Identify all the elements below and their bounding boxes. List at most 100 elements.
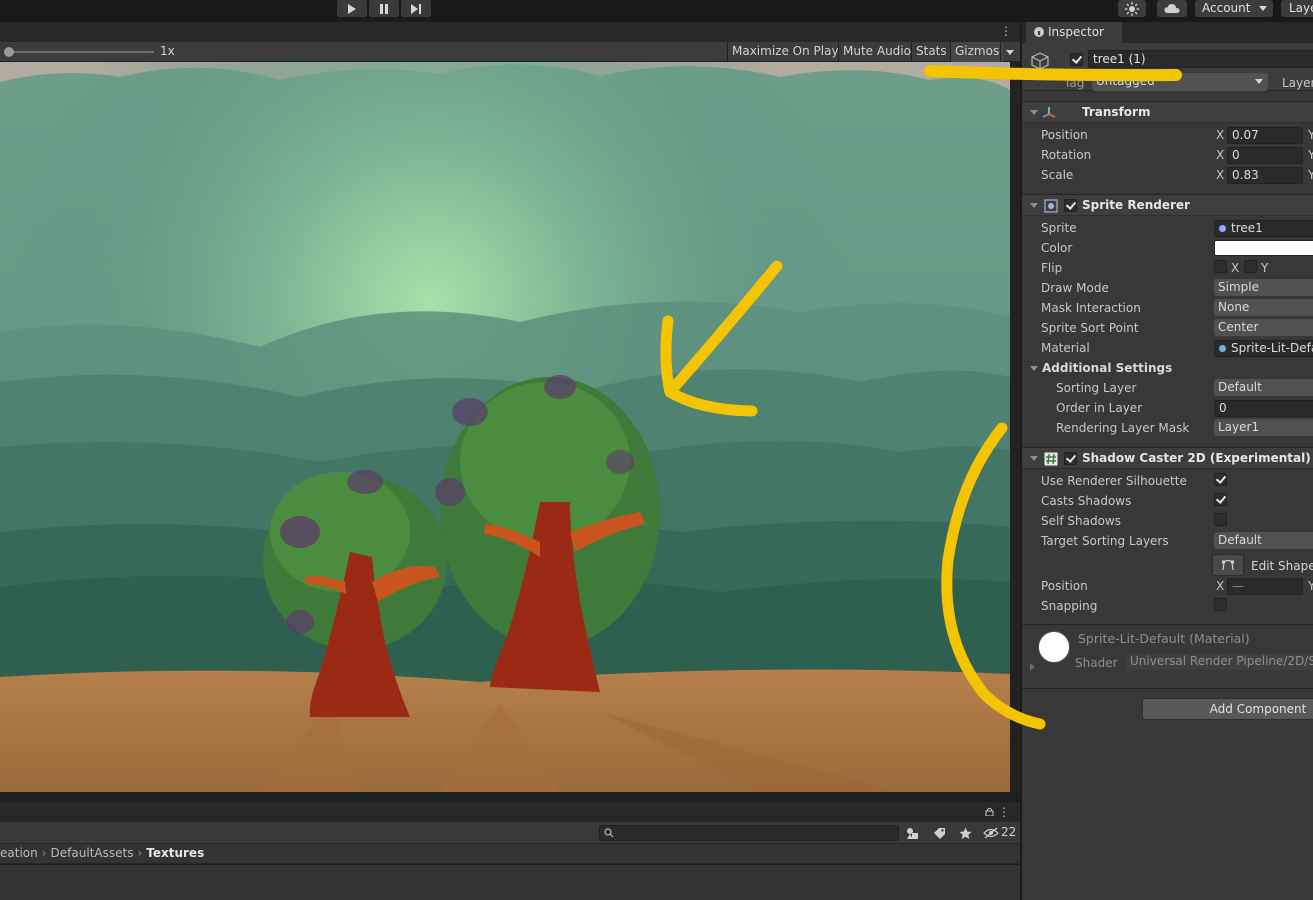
sorting-layer-dropdown[interactable]: Default (1214, 379, 1313, 396)
shader-label: Shader (1075, 656, 1118, 670)
step-button[interactable] (401, 0, 431, 17)
tag-label: Tag (1064, 76, 1085, 90)
sprite-sort-point-dropdown[interactable]: Center (1214, 319, 1313, 336)
filter-by-type-button[interactable] (905, 825, 921, 841)
self-shadows-checkbox[interactable] (1214, 513, 1227, 526)
game-view-canvas[interactable] (0, 62, 1010, 792)
eye-slash-icon (983, 827, 999, 839)
game-view-scrollbar[interactable] (1010, 62, 1020, 792)
sprite-object-field[interactable]: tree1 (1214, 220, 1313, 237)
position-label: Position (1041, 128, 1088, 142)
scale-slider-track[interactable] (6, 51, 154, 53)
gameobject-active-checkbox[interactable] (1070, 53, 1083, 66)
collab-button[interactable] (1118, 0, 1146, 17)
flip-y-checkbox[interactable] (1244, 260, 1257, 273)
order-in-layer-field[interactable]: 0 (1214, 400, 1313, 417)
add-component-button[interactable]: Add Component (1142, 698, 1313, 720)
use-renderer-silhouette-checkbox[interactable] (1214, 473, 1227, 486)
scale-x-field[interactable]: 0.83 (1227, 167, 1303, 184)
filter-by-label-button[interactable] (931, 825, 947, 841)
game-scene (0, 62, 1010, 792)
sprite-renderer-enabled-checkbox[interactable] (1064, 199, 1077, 212)
sprite-renderer-icon (1044, 199, 1058, 213)
snapping-checkbox[interactable] (1214, 598, 1227, 611)
lock-icon[interactable] (985, 807, 994, 816)
color-label: Color (1041, 241, 1073, 255)
flip-y-label: Y (1261, 261, 1269, 275)
project-search-input[interactable] (599, 825, 899, 841)
material-label: Material (1041, 341, 1090, 355)
casts-shadows-label: Casts Shadows (1041, 494, 1132, 508)
flip-x-checkbox[interactable] (1214, 260, 1227, 273)
account-dropdown[interactable]: Account (1195, 0, 1273, 17)
gameobject-header: tree1 (1) Tag Untagged Layer (1022, 43, 1313, 91)
project-assets-grid[interactable] (0, 865, 1020, 900)
transform-header[interactable]: Transform (1022, 101, 1313, 123)
pause-button[interactable] (369, 0, 399, 17)
material-preview-sphere (1038, 631, 1070, 663)
additional-settings-foldout[interactable]: Additional Settings (1042, 361, 1172, 375)
chevron-down-icon (1255, 79, 1263, 84)
more-vertical-icon[interactable]: ⋮ (998, 806, 1010, 818)
color-swatch-field[interactable] (1214, 240, 1313, 256)
layers-label: Layers (1289, 1, 1313, 15)
sun-icon (1125, 1, 1139, 16)
layers-dropdown[interactable]: Layers (1281, 0, 1313, 17)
shadow-position-x-field[interactable]: — (1227, 578, 1303, 595)
position-x-field[interactable]: 0.07 (1227, 127, 1303, 144)
material-preview-block: Sprite-Lit-Default (Material) Shader Uni… (1022, 624, 1313, 688)
breadcrumb-item[interactable]: DefaultAssets (51, 844, 134, 863)
shadow-caster-title: Shadow Caster 2D (Experimental) (1082, 451, 1311, 465)
rotation-label: Rotation (1041, 148, 1092, 162)
hidden-packages-count: 22 (1001, 825, 1017, 839)
rotation-x-field[interactable]: 0 (1227, 147, 1303, 164)
stats-button[interactable]: Stats (911, 42, 951, 62)
pause-icon (380, 3, 388, 14)
chevron-right-icon: › (137, 846, 143, 860)
scale-slider-handle[interactable] (4, 47, 14, 57)
mask-interaction-dropdown[interactable]: None (1214, 299, 1313, 316)
gameobject-name-field[interactable]: tree1 (1) (1088, 50, 1313, 68)
tab-inspector[interactable]: Inspector (1026, 22, 1122, 43)
sprite-renderer-title: Sprite Renderer (1082, 198, 1190, 212)
mute-audio-button[interactable]: Mute Audio (838, 42, 915, 62)
info-icon (1034, 27, 1044, 37)
play-button[interactable] (337, 0, 367, 17)
edit-shape-button[interactable] (1212, 554, 1244, 576)
game-view-tabbar: ⋮ (0, 22, 1020, 42)
maximize-on-play-button[interactable]: Maximize On Play (727, 42, 843, 62)
hidden-packages-button[interactable] (983, 825, 999, 841)
tag-icon (933, 827, 945, 839)
shadow-caster-header[interactable]: Shadow Caster 2D (Experimental) (1022, 447, 1313, 469)
shadow-caster-enabled-checkbox[interactable] (1064, 452, 1077, 465)
y-axis-label: Y (1308, 148, 1313, 162)
material-title: Sprite-Lit-Default (Material) (1078, 631, 1250, 646)
material-value: Sprite-Lit-Default (1231, 341, 1313, 355)
chevron-right-icon[interactable] (1030, 663, 1035, 671)
sprite-renderer-header[interactable]: Sprite Renderer (1022, 194, 1313, 216)
foldout-arrow-icon[interactable] (1030, 110, 1038, 115)
tab-inspector-label: Inspector (1048, 25, 1104, 39)
draw-mode-dropdown[interactable]: Simple (1214, 279, 1313, 296)
cloud-button[interactable] (1157, 0, 1187, 17)
casts-shadows-checkbox[interactable] (1214, 493, 1227, 506)
favorites-button[interactable] (957, 825, 973, 841)
edit-shape-label: Edit Shape (1251, 559, 1313, 573)
breadcrumb-item-current[interactable]: Textures (146, 844, 204, 863)
tag-dropdown[interactable]: Untagged (1092, 73, 1268, 91)
shader-dropdown[interactable]: Universal Render Pipeline/2D/Sprite-Lit-… (1126, 654, 1313, 670)
rendering-layer-mask-dropdown[interactable]: Layer1 (1214, 419, 1313, 436)
foldout-arrow-icon[interactable] (1030, 456, 1038, 461)
x-axis-label: X (1216, 128, 1225, 142)
target-sorting-layers-dropdown[interactable]: Default (1214, 532, 1313, 549)
gizmos-button[interactable]: Gizmos (950, 42, 1004, 62)
layer-label: Layer (1282, 76, 1313, 90)
foldout-arrow-icon[interactable] (1030, 366, 1038, 371)
gizmos-dropdown-arrow[interactable] (1000, 42, 1020, 62)
breadcrumb-item[interactable]: eation (0, 844, 38, 863)
self-shadows-label: Self Shadows (1041, 514, 1121, 528)
more-vertical-icon[interactable]: ⋮ (1000, 25, 1012, 37)
rendering-layer-mask-label: Rendering Layer Mask (1056, 421, 1190, 435)
material-object-field[interactable]: Sprite-Lit-Default (1214, 340, 1313, 357)
foldout-arrow-icon[interactable] (1030, 203, 1038, 208)
